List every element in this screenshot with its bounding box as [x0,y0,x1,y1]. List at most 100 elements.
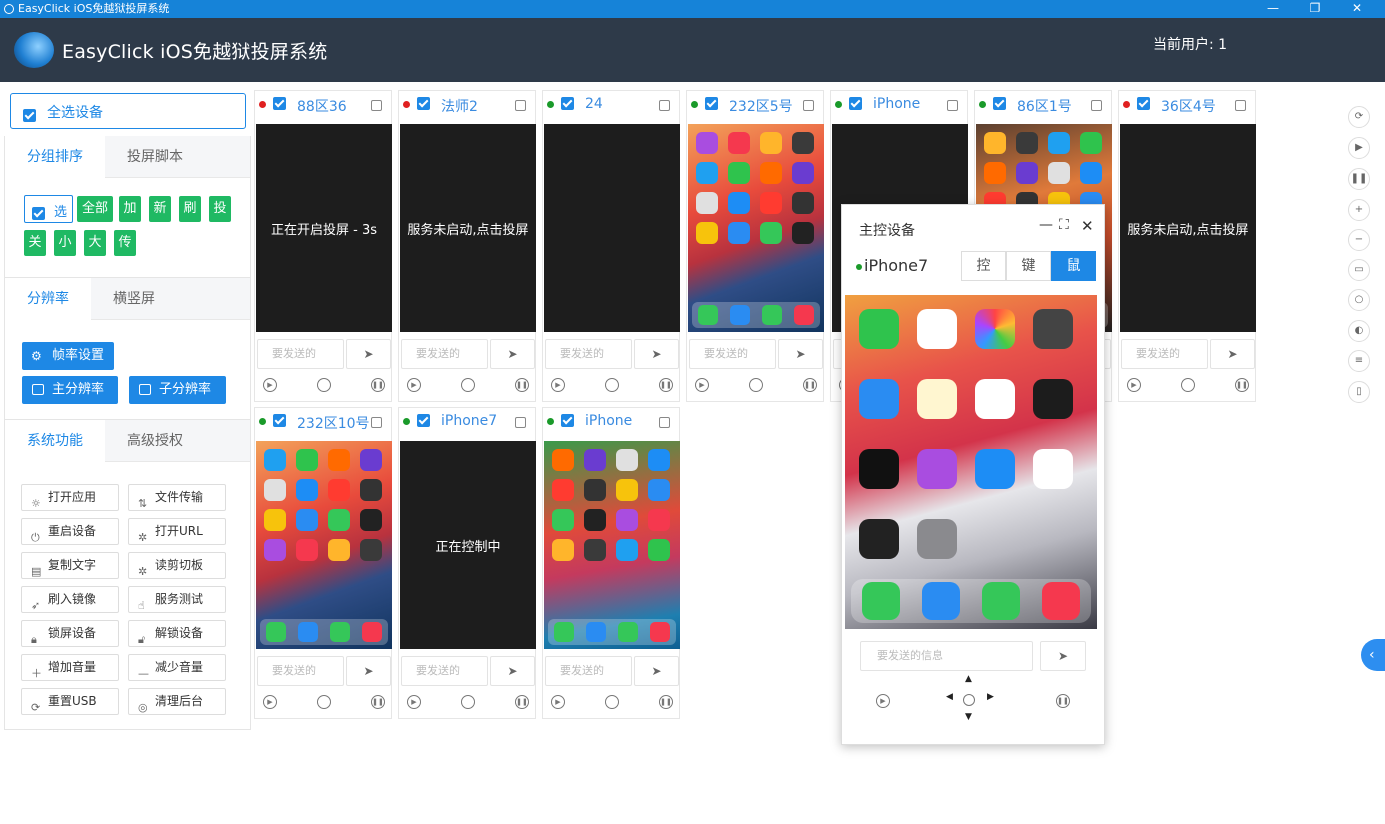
checkbox-checked-icon[interactable] [561,97,574,110]
pause-icon[interactable]: ❚❚ [1056,694,1070,708]
pause-icon[interactable]: ❚❚ [515,695,529,709]
play-icon[interactable]: ▶ [551,695,565,709]
send-button[interactable]: ➤ [1210,339,1255,369]
app-icon[interactable] [552,539,574,561]
app-icon[interactable] [1016,162,1038,184]
app-icon[interactable] [728,162,750,184]
close-window-button[interactable]: ✕ [1342,0,1372,18]
play-icon[interactable]: ▶ [1127,378,1141,392]
control-mode-tab[interactable]: 控 [961,251,1006,281]
mouse-mode-tab[interactable]: 鼠 [1051,251,1096,281]
settings-app-icon[interactable] [917,519,957,559]
pause-icon[interactable]: ❚❚ [515,378,529,392]
app-icon[interactable] [552,449,574,471]
send-button[interactable]: ➤ [346,339,391,369]
pause-icon[interactable]: ❚❚ [803,378,817,392]
app-icon[interactable] [760,162,782,184]
send-button[interactable]: ➤ [490,656,535,686]
device-card[interactable]: iPhone 要发送的 ➤ ▶ ❚❚ [542,407,680,719]
app-icon[interactable] [792,162,814,184]
pause-icon[interactable]: ❚❚ [659,695,673,709]
health-app-icon[interactable] [1033,449,1073,489]
restart-device-button[interactable]: ⏻ 重启设备 [21,518,119,545]
app-icon[interactable] [328,539,350,561]
checkbox-checked-icon[interactable] [417,97,430,110]
app-icon[interactable] [296,509,318,531]
app-icon[interactable] [1016,132,1038,154]
tab-screen-script[interactable]: 投屏脚本 [105,136,205,178]
app-icon[interactable] [984,132,1006,154]
checkbox-checked-icon[interactable] [561,414,574,427]
app-icon[interactable] [296,539,318,561]
send-button[interactable]: ➤ [346,656,391,686]
app-icon[interactable] [328,479,350,501]
fullscreen-icon[interactable]: ⛶ [1059,217,1069,233]
copy-icon[interactable] [1091,100,1102,111]
copy-text-button[interactable]: ▤ 复制文字 [21,552,119,579]
music-app-icon[interactable] [650,622,670,642]
flash-image-button[interactable]: ➶ 刷入镜像 [21,586,119,613]
app-icon[interactable] [360,449,382,471]
keyboard-mode-tab[interactable]: 键 [1006,251,1051,281]
device-card[interactable]: 232区5号 要发送的 ➤ ▶ ❚❚ [686,90,824,402]
app-icon[interactable] [728,222,750,244]
device-screen[interactable]: 服务未启动,点击投屏 [400,124,536,332]
master-device-screen[interactable] [845,295,1097,629]
device-screen[interactable] [544,124,680,332]
select-toggle-button[interactable]: 选 [24,195,73,223]
copy-icon[interactable] [1235,100,1246,111]
messages-app-icon[interactable] [618,622,638,642]
app-icon[interactable] [360,509,382,531]
service-test-button[interactable]: ☝ 服务测试 [128,586,226,613]
app-icon[interactable] [584,509,606,531]
copy-icon[interactable] [515,417,526,428]
app-icon[interactable] [648,479,670,501]
device-screen[interactable]: 服务未启动,点击投屏 [1120,124,1256,332]
home-icon[interactable] [1181,378,1195,392]
app-icon[interactable] [728,192,750,214]
app-icon[interactable] [696,222,718,244]
app-icon[interactable] [1048,162,1070,184]
file-transfer-button[interactable]: ⇅ 文件传输 [128,484,226,511]
phone-app-icon[interactable] [266,622,286,642]
play-circle-icon[interactable]: ▶ [1348,137,1370,159]
app-icon[interactable] [584,539,606,561]
play-icon[interactable]: ▶ [407,695,421,709]
master-message-input[interactable]: 要发送的信息 [860,641,1033,671]
app-icon[interactable] [360,479,382,501]
app-icon[interactable] [360,539,382,561]
read-clipboard-button[interactable]: ✲ 读剪切板 [128,552,226,579]
reset-usb-button[interactable]: ⟳ 重置USB [21,688,119,715]
facetime-app-icon[interactable] [859,309,899,349]
device-screen[interactable]: 正在开启投屏 - 3s [256,124,392,332]
safari-app-icon[interactable] [586,622,606,642]
minimize-panel-icon[interactable]: — [1039,217,1053,233]
app-icon[interactable] [696,162,718,184]
tab-advanced-auth[interactable]: 高级授权 [105,420,205,462]
group-cast-button[interactable]: 投 [209,196,231,222]
app-icon[interactable] [296,449,318,471]
pause-icon[interactable]: ❚❚ [659,378,673,392]
pause-icon[interactable]: ❚❚ [371,378,385,392]
pause-icon[interactable]: ❚❚ [371,695,385,709]
message-input[interactable]: 要发送的 [257,656,344,686]
volume-down-button[interactable]: — 减少音量 [128,654,226,681]
app-icon[interactable] [616,509,638,531]
message-input[interactable]: 要发送的 [545,339,632,369]
app-icon[interactable] [264,479,286,501]
minimize-button[interactable]: — [1258,0,1288,18]
camera-app-icon[interactable] [1033,309,1073,349]
app-icon[interactable] [792,222,814,244]
app-icon[interactable] [648,449,670,471]
device-card[interactable]: iPhone7 正在控制中 要发送的 ➤ ▶ ❚❚ [398,407,536,719]
app-icon[interactable] [616,449,638,471]
copy-icon[interactable] [659,417,670,428]
refresh-icon[interactable]: ⟳ [1348,106,1370,128]
app-icon[interactable] [328,509,350,531]
send-button[interactable]: ➤ [778,339,823,369]
maximize-button[interactable]: ❐ [1300,0,1330,18]
open-url-button[interactable]: ✲ 打开URL [128,518,226,545]
unlock-device-button[interactable]: 🔓︎ 解锁设备 [128,620,226,647]
send-button[interactable]: ➤ [634,656,679,686]
photos-app-icon[interactable] [975,309,1015,349]
